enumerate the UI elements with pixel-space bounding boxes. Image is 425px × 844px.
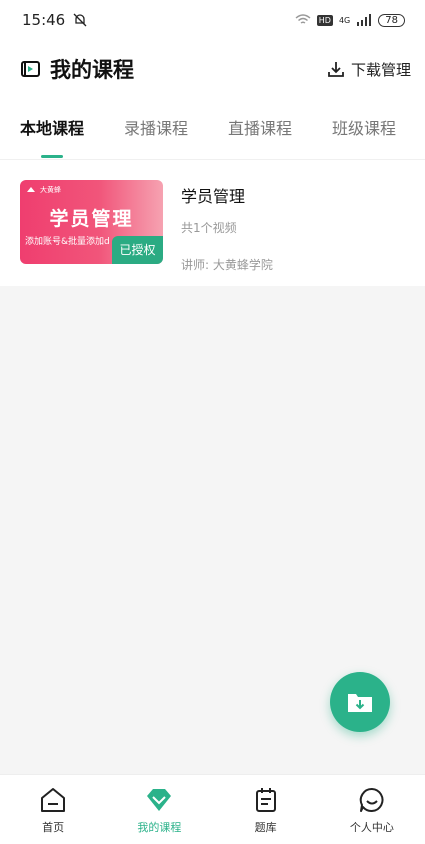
tab-recorded-courses[interactable]: 录播课程 bbox=[124, 98, 188, 160]
download-manage-label: 下载管理 bbox=[350, 60, 411, 79]
signal-icon bbox=[357, 14, 372, 26]
status-bar: 15:46 HD 4G 78 bbox=[0, 0, 425, 40]
page-title: 我的课程 bbox=[50, 58, 134, 82]
network-label: 4G bbox=[338, 15, 351, 25]
download-icon bbox=[328, 62, 344, 77]
download-manage-button[interactable]: 下载管理 bbox=[327, 59, 411, 80]
tab-local-courses[interactable]: 本地课程 bbox=[20, 98, 84, 160]
course-tabs: 本地课程 录播课程 直播课程 班级课程 bbox=[0, 98, 425, 160]
course-thumbnail: 大黄蜂 学员管理 添加账号&批量添加d 已授权 bbox=[20, 180, 163, 264]
gem-icon bbox=[147, 789, 172, 811]
nav-home-label: 首页 bbox=[42, 821, 65, 834]
thumbnail-brand: 大黄蜂 bbox=[26, 185, 61, 195]
video-course-icon bbox=[21, 61, 40, 77]
nav-home[interactable]: 首页 bbox=[0, 775, 106, 844]
wifi-icon bbox=[295, 14, 311, 24]
smiley-icon bbox=[359, 787, 384, 812]
authorized-badge: 已授权 bbox=[112, 236, 163, 264]
hd-badge: HD bbox=[316, 14, 333, 26]
thumbnail-title: 学员管理 bbox=[49, 208, 134, 230]
nav-profile-label: 个人中心 bbox=[349, 821, 394, 834]
course-info: 学员管理 共1个视频 讲师: 大黄蜂学院 bbox=[181, 180, 273, 286]
home-icon bbox=[41, 788, 66, 812]
course-name: 学员管理 bbox=[181, 187, 246, 206]
course-video-count: 共1个视频 bbox=[181, 221, 237, 235]
brand-logo-icon bbox=[27, 187, 35, 192]
battery-indicator: 78 bbox=[378, 13, 405, 27]
page-header: 我的课程 下载管理 bbox=[0, 40, 425, 98]
nav-my-courses[interactable]: 我的课程 bbox=[106, 775, 212, 844]
course-teacher: 讲师: 大黄蜂学院 bbox=[181, 258, 273, 272]
notepad-icon bbox=[255, 788, 276, 812]
status-time: 15:46 bbox=[22, 11, 66, 29]
download-folder-button[interactable] bbox=[330, 672, 390, 732]
bottom-nav: 首页 我的课程 题库 个人中心 bbox=[0, 774, 425, 844]
nav-my-courses-label: 我的课程 bbox=[137, 821, 182, 834]
tab-class-courses[interactable]: 班级课程 bbox=[332, 98, 396, 160]
course-list-item[interactable]: 大黄蜂 学员管理 添加账号&批量添加d 已授权 学员管理 共1个视频 讲师: 大… bbox=[0, 160, 425, 286]
tab-live-courses[interactable]: 直播课程 bbox=[228, 98, 292, 160]
bell-off-icon bbox=[73, 13, 87, 27]
folder-download-icon bbox=[348, 694, 372, 712]
nav-question-bank[interactable]: 题库 bbox=[213, 775, 319, 844]
nav-profile[interactable]: 个人中心 bbox=[319, 775, 425, 844]
nav-question-bank-label: 题库 bbox=[254, 821, 277, 834]
thumbnail-subtitle: 添加账号&批量添加d bbox=[25, 237, 110, 247]
